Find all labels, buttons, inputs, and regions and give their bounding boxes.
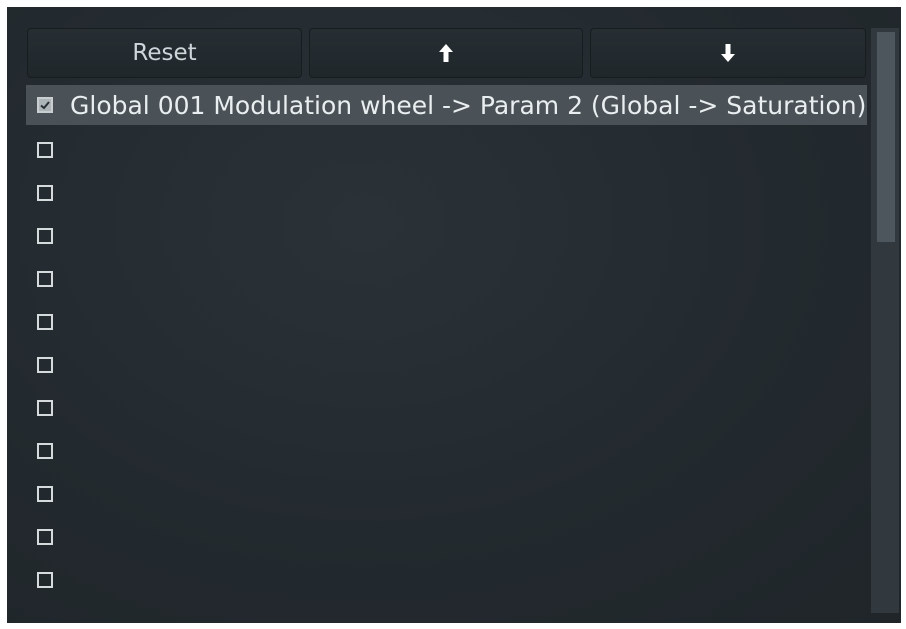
list-item[interactable]: Global 001 Modulation wheel -> Param 2 (…	[26, 85, 867, 125]
checkbox-checked[interactable]	[37, 97, 53, 113]
list-item[interactable]	[26, 429, 867, 472]
checkbox[interactable]	[37, 141, 53, 158]
arrow-down-icon	[720, 43, 736, 63]
list-item[interactable]	[26, 515, 867, 558]
checkbox[interactable]	[37, 227, 53, 244]
modulation-list: Global 001 Modulation wheel -> Param 2 (…	[26, 85, 867, 601]
scrollbar-thumb[interactable]	[877, 32, 895, 242]
reset-button[interactable]: Reset	[27, 28, 302, 78]
list-item[interactable]	[26, 558, 867, 601]
list-item[interactable]	[26, 257, 867, 300]
checkbox[interactable]	[37, 571, 53, 588]
checkbox[interactable]	[37, 184, 53, 201]
list-item[interactable]	[26, 171, 867, 214]
list-item[interactable]	[26, 300, 867, 343]
checkbox[interactable]	[37, 528, 53, 545]
check-icon	[40, 101, 50, 110]
checkbox[interactable]	[37, 356, 53, 373]
list-item[interactable]	[26, 386, 867, 429]
checkbox[interactable]	[37, 270, 53, 287]
reset-button-label: Reset	[132, 40, 197, 66]
list-item[interactable]	[26, 343, 867, 386]
list-item[interactable]	[26, 472, 867, 515]
checkbox[interactable]	[37, 313, 53, 330]
list-item[interactable]	[26, 214, 867, 257]
move-down-button[interactable]	[590, 28, 866, 78]
list-item-label: Global 001 Modulation wheel -> Param 2 (…	[70, 90, 867, 120]
scrollbar-track[interactable]	[871, 28, 899, 613]
checkbox[interactable]	[37, 399, 53, 416]
move-up-button[interactable]	[309, 28, 583, 78]
arrow-up-icon	[438, 43, 454, 63]
modulation-list-panel: Reset Global 001 Modulation wheel -> Par…	[7, 7, 901, 623]
checkbox[interactable]	[37, 442, 53, 459]
list-item[interactable]	[26, 128, 867, 171]
checkbox[interactable]	[37, 485, 53, 502]
